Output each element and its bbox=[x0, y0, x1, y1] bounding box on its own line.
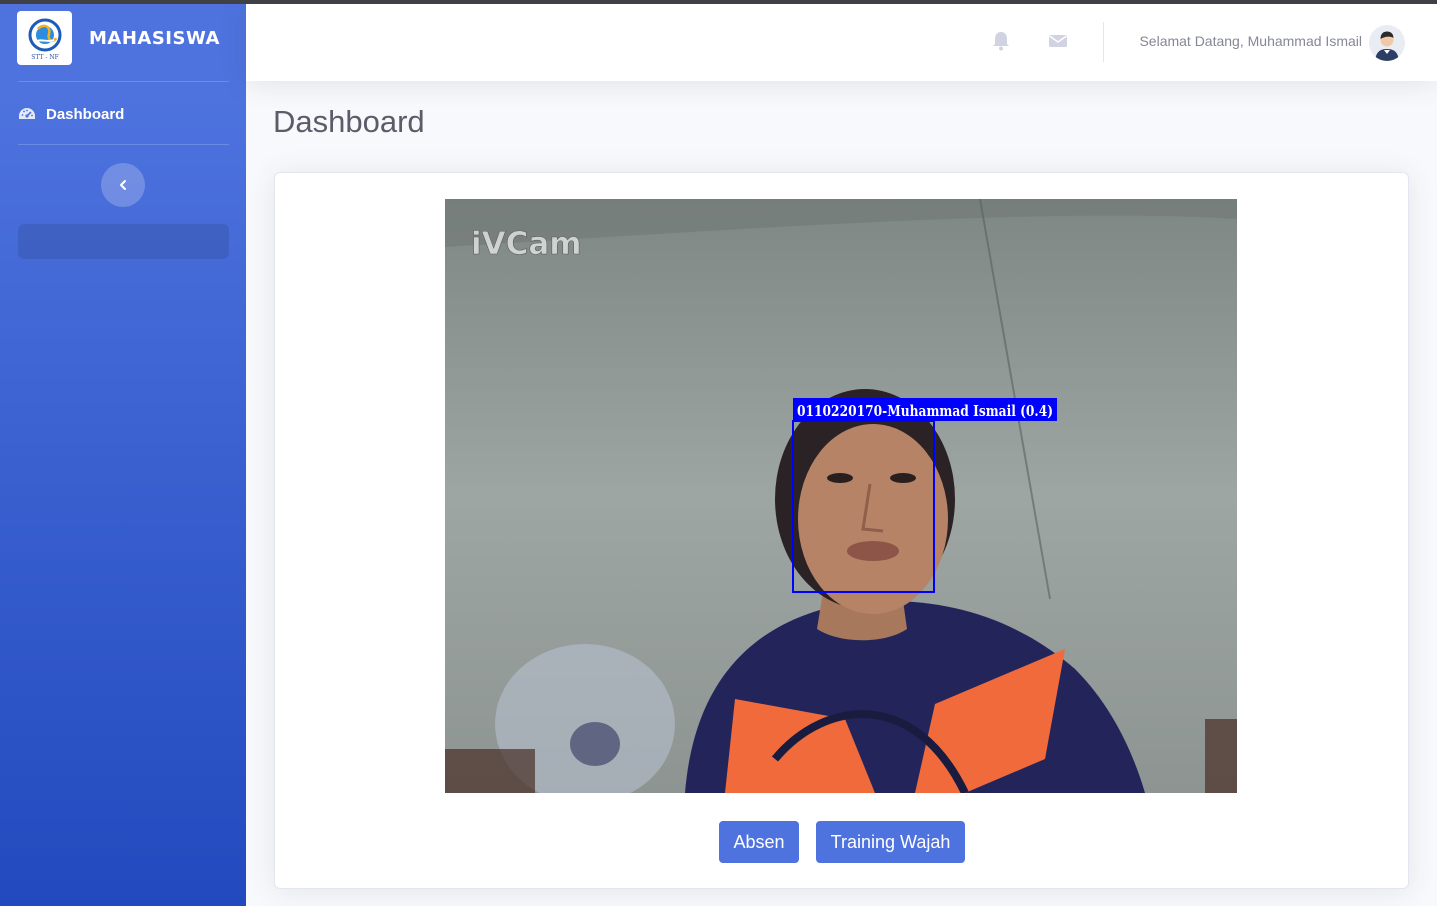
sidebar-divider bbox=[18, 81, 229, 82]
sidebar: STT - NF MAHASISWA Dashboard bbox=[0, 4, 246, 906]
topbar: Selamat Datang, Muhammad Ismail bbox=[246, 4, 1437, 81]
topbar-divider bbox=[1103, 22, 1104, 62]
sidebar-divider bbox=[18, 144, 229, 145]
sidebar-item-dashboard[interactable]: Dashboard bbox=[18, 100, 229, 128]
brand-name: MAHASISWA bbox=[89, 27, 220, 49]
brand-logo: STT - NF bbox=[17, 11, 72, 65]
camera-watermark: iVCam bbox=[471, 226, 582, 262]
chevron-left-icon bbox=[120, 180, 126, 190]
sidebar-brand[interactable]: STT - NF MAHASISWA bbox=[17, 11, 220, 65]
logo-text: STT - NF bbox=[31, 54, 58, 61]
absen-button[interactable]: Absen bbox=[719, 821, 799, 863]
sidebar-card bbox=[18, 224, 229, 259]
training-wajah-button[interactable]: Training Wajah bbox=[816, 821, 965, 863]
bell-icon[interactable] bbox=[990, 30, 1012, 52]
user-avatar[interactable] bbox=[1369, 25, 1405, 61]
welcome-text[interactable]: Selamat Datang, Muhammad Ismail bbox=[1139, 33, 1362, 49]
sidebar-item-label: Dashboard bbox=[46, 105, 125, 123]
window-top-border bbox=[0, 0, 1437, 4]
webcam-feed: iVCam 0110220170-Muhammad Ismail (0.4) bbox=[445, 199, 1237, 793]
content-card: iVCam 0110220170-Muhammad Ismail (0.4) A… bbox=[274, 172, 1409, 889]
page-title: Dashboard bbox=[273, 104, 425, 139]
envelope-icon[interactable] bbox=[1047, 30, 1069, 52]
sidebar-toggle-button[interactable] bbox=[101, 163, 145, 207]
detection-label: 0110220170-Muhammad Ismail (0.4) bbox=[797, 402, 1053, 420]
tachometer-icon bbox=[18, 106, 36, 122]
